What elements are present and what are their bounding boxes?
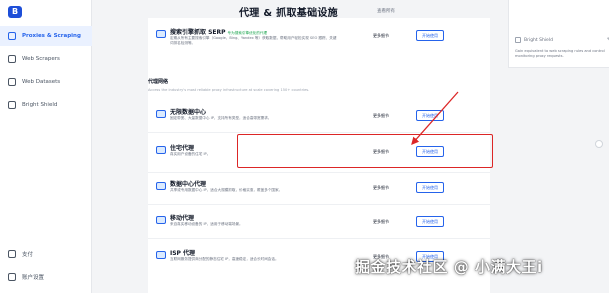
sidebar-bottom: 支付 账户设置: [0, 244, 92, 290]
sidebar-item-web-scrapers[interactable]: Web Scrapers: [0, 49, 92, 69]
product-row-unlimited-datacenter: 无限数据中心 固定带宽、大量数据中心 IP，支持所有类型，适合高带宽需求。 更多…: [148, 102, 490, 130]
help-icon[interactable]: [595, 140, 603, 148]
sidebar-item-account-settings[interactable]: 账户设置: [0, 267, 92, 287]
view-all-link[interactable]: 查看所有: [377, 8, 395, 14]
row-description: 固定带宽、大量数据中心 IP，支持所有类型，适合高带宽需求。: [170, 116, 272, 120]
row-title: 搜索引擎抓取 SERP 专为搜索引擎优化的代理: [170, 27, 267, 36]
sidebar-item-label: 账户设置: [22, 275, 45, 281]
divider: [148, 132, 490, 133]
home-icon: [156, 146, 166, 154]
watermark: 掘金技术社区 @ 小满大王i: [355, 258, 543, 276]
sidebar-item-label: Web Datasets: [22, 79, 61, 85]
database-icon: [8, 78, 16, 86]
get-started-button[interactable]: 开始使用: [416, 216, 444, 227]
sidebar-item-proxies-scraping[interactable]: Proxies & Scraping: [0, 26, 92, 46]
sidebar-item-label: 支付: [22, 252, 34, 258]
server-icon: [156, 182, 166, 190]
sidebar: B Proxies & Scraping Web Scrapers Web Da…: [0, 0, 92, 293]
row-description: 来自真实移动设备的 IP，适用于移动端场景。: [170, 222, 243, 226]
sidebar-item-label: Web Scrapers: [22, 56, 60, 62]
more-details-link[interactable]: 更多细节: [373, 185, 389, 191]
get-started-button[interactable]: 开始使用: [416, 182, 444, 193]
row-title: ISP 代理: [170, 250, 196, 257]
get-started-button[interactable]: 开始使用: [416, 110, 444, 121]
card-description: Gain equivalent to web scraping rules an…: [515, 49, 605, 58]
product-row-datacenter: 数据中心代理 共享或专用数据中心 IP，适合大规模抓取，价格实惠，覆盖多个国家。…: [148, 174, 490, 202]
row-description: 定期从所有主要搜索引擎（Google、Bing、Yandex 等）获取数据，帮助…: [170, 36, 337, 45]
product-row-serp: 搜索引擎抓取 SERP 专为搜索引擎优化的代理 定期从所有主要搜索引擎（Googl…: [148, 22, 490, 50]
bright-shield-card: Bright Shield ✎ Gain equivalent to web s…: [508, 0, 609, 68]
row-title: 住宅代理: [170, 145, 195, 152]
more-details-link[interactable]: 更多细节: [373, 113, 389, 119]
search-engine-icon: [156, 30, 166, 38]
sidebar-item-web-datasets[interactable]: Web Datasets: [0, 72, 92, 92]
main-content: 代理 & 抓取基础设施 查看所有 搜索引擎抓取 SERP 专为搜索引擎优化的代理 …: [92, 0, 609, 293]
row-title: 移动代理: [170, 215, 195, 222]
sidebar-item-payment[interactable]: 支付: [0, 244, 92, 264]
row-title-text: 搜索引擎抓取 SERP: [170, 29, 226, 36]
brand-logo: B: [8, 6, 22, 18]
divider: [148, 204, 490, 205]
mobile-icon: [156, 216, 166, 224]
server-icon: [156, 110, 166, 118]
section-description: Access the industry's most reliable prox…: [148, 88, 310, 92]
row-title: 数据中心代理: [170, 181, 207, 188]
section-title: 代理网络: [148, 79, 169, 85]
get-started-button[interactable]: 开始使用: [416, 30, 444, 41]
row-description: 互联网服务提供商分配的静态住宅 IP，高速稳定，适合长时间会话。: [170, 257, 279, 261]
card-title: Bright Shield: [515, 37, 553, 43]
row-tag: 专为搜索引擎优化的代理: [227, 31, 268, 35]
row-title: 无限数据中心: [170, 109, 207, 116]
more-details-link[interactable]: 更多细节: [373, 219, 389, 225]
wallet-icon: [8, 250, 16, 258]
code-icon: [8, 55, 16, 63]
highlight-box: [237, 134, 493, 168]
more-details-link[interactable]: 更多细节: [373, 33, 389, 39]
sidebar-item-bright-shield[interactable]: Bright Shield: [0, 95, 92, 115]
shield-icon: [8, 101, 16, 109]
shield-icon: [515, 37, 521, 43]
network-icon: [8, 32, 16, 40]
sidebar-item-label: Proxies & Scraping: [22, 33, 81, 39]
product-row-mobile: 移动代理 来自真实移动设备的 IP，适用于移动端场景。 更多细节 开始使用: [148, 208, 490, 236]
gear-icon: [8, 273, 16, 281]
sidebar-item-label: Bright Shield: [22, 102, 58, 108]
sidebar-nav: Proxies & Scraping Web Scrapers Web Data…: [0, 26, 92, 118]
divider: [148, 172, 490, 173]
card-title-text: Bright Shield: [524, 37, 553, 43]
globe-icon: [156, 251, 166, 259]
divider: [148, 238, 490, 239]
row-description: 共享或专用数据中心 IP，适合大规模抓取，价格实惠，覆盖多个国家。: [170, 188, 283, 192]
page-title: 代理 & 抓取基础设施: [239, 8, 338, 19]
